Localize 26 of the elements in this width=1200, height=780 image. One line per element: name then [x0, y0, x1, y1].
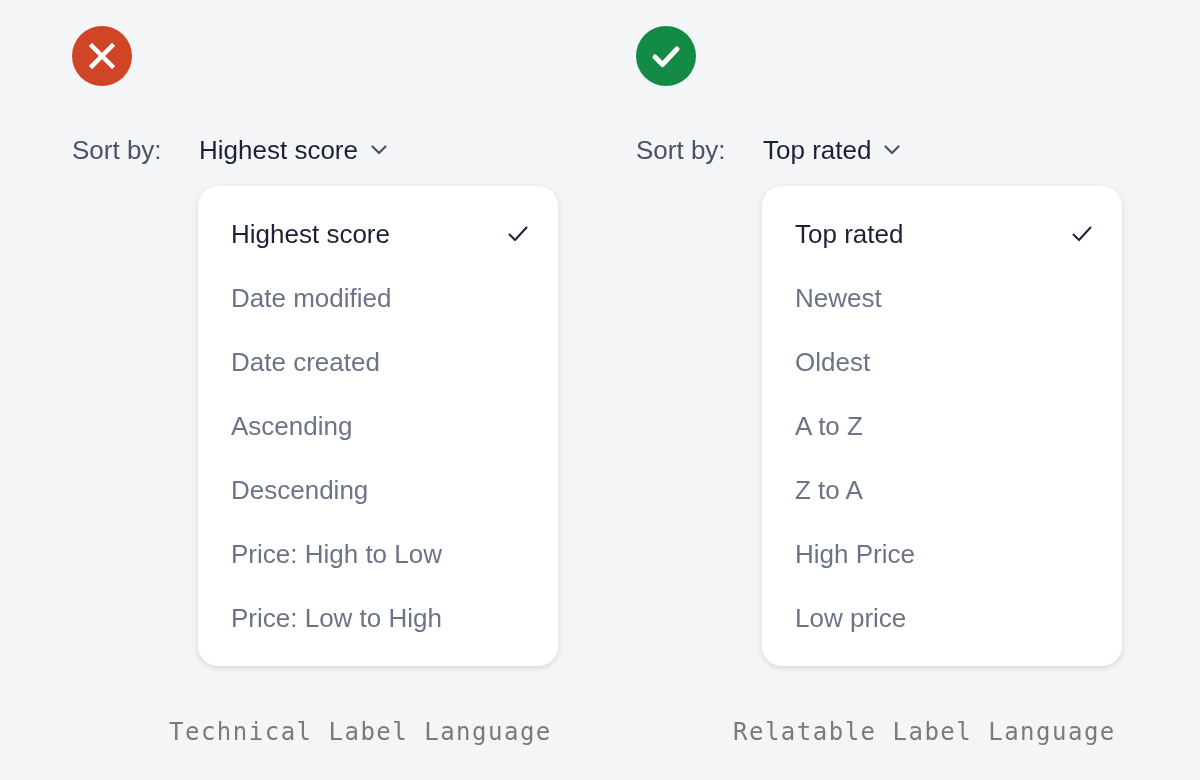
menu-option[interactable]: Date created [198, 330, 558, 394]
sort-label: Sort by: [72, 134, 163, 167]
caption: Technical Label Language [169, 717, 552, 748]
menu-option[interactable]: A to Z [762, 394, 1122, 458]
menu-option[interactable]: Price: Low to High [198, 586, 558, 650]
menu-option[interactable]: Top rated [762, 202, 1122, 266]
checkmark-icon [1072, 226, 1092, 242]
check-circle-icon [636, 26, 696, 86]
caption: Relatable Label Language [733, 717, 1116, 748]
chevron-down-icon [884, 145, 901, 155]
menu-option[interactable]: Ascending [198, 394, 558, 458]
menu-option[interactable]: High Price [762, 522, 1122, 586]
menu-option[interactable]: Descending [198, 458, 558, 522]
sort-dropdown[interactable]: Highest score [199, 132, 387, 168]
menu-option[interactable]: Newest [762, 266, 1122, 330]
menu-option[interactable]: Price: High to Low [198, 522, 558, 586]
menu-option[interactable]: Date modified [198, 266, 558, 330]
menu-option[interactable]: Highest score [198, 202, 558, 266]
menu-option[interactable]: Z to A [762, 458, 1122, 522]
menu-option[interactable]: Oldest [762, 330, 1122, 394]
checkmark-icon [508, 226, 528, 242]
chevron-down-icon [370, 145, 387, 155]
cross-circle-icon [72, 26, 132, 86]
menu-option[interactable]: Low price [762, 586, 1122, 650]
sort-dropdown[interactable]: Top rated [763, 132, 901, 168]
sort-label: Sort by: [636, 134, 727, 167]
